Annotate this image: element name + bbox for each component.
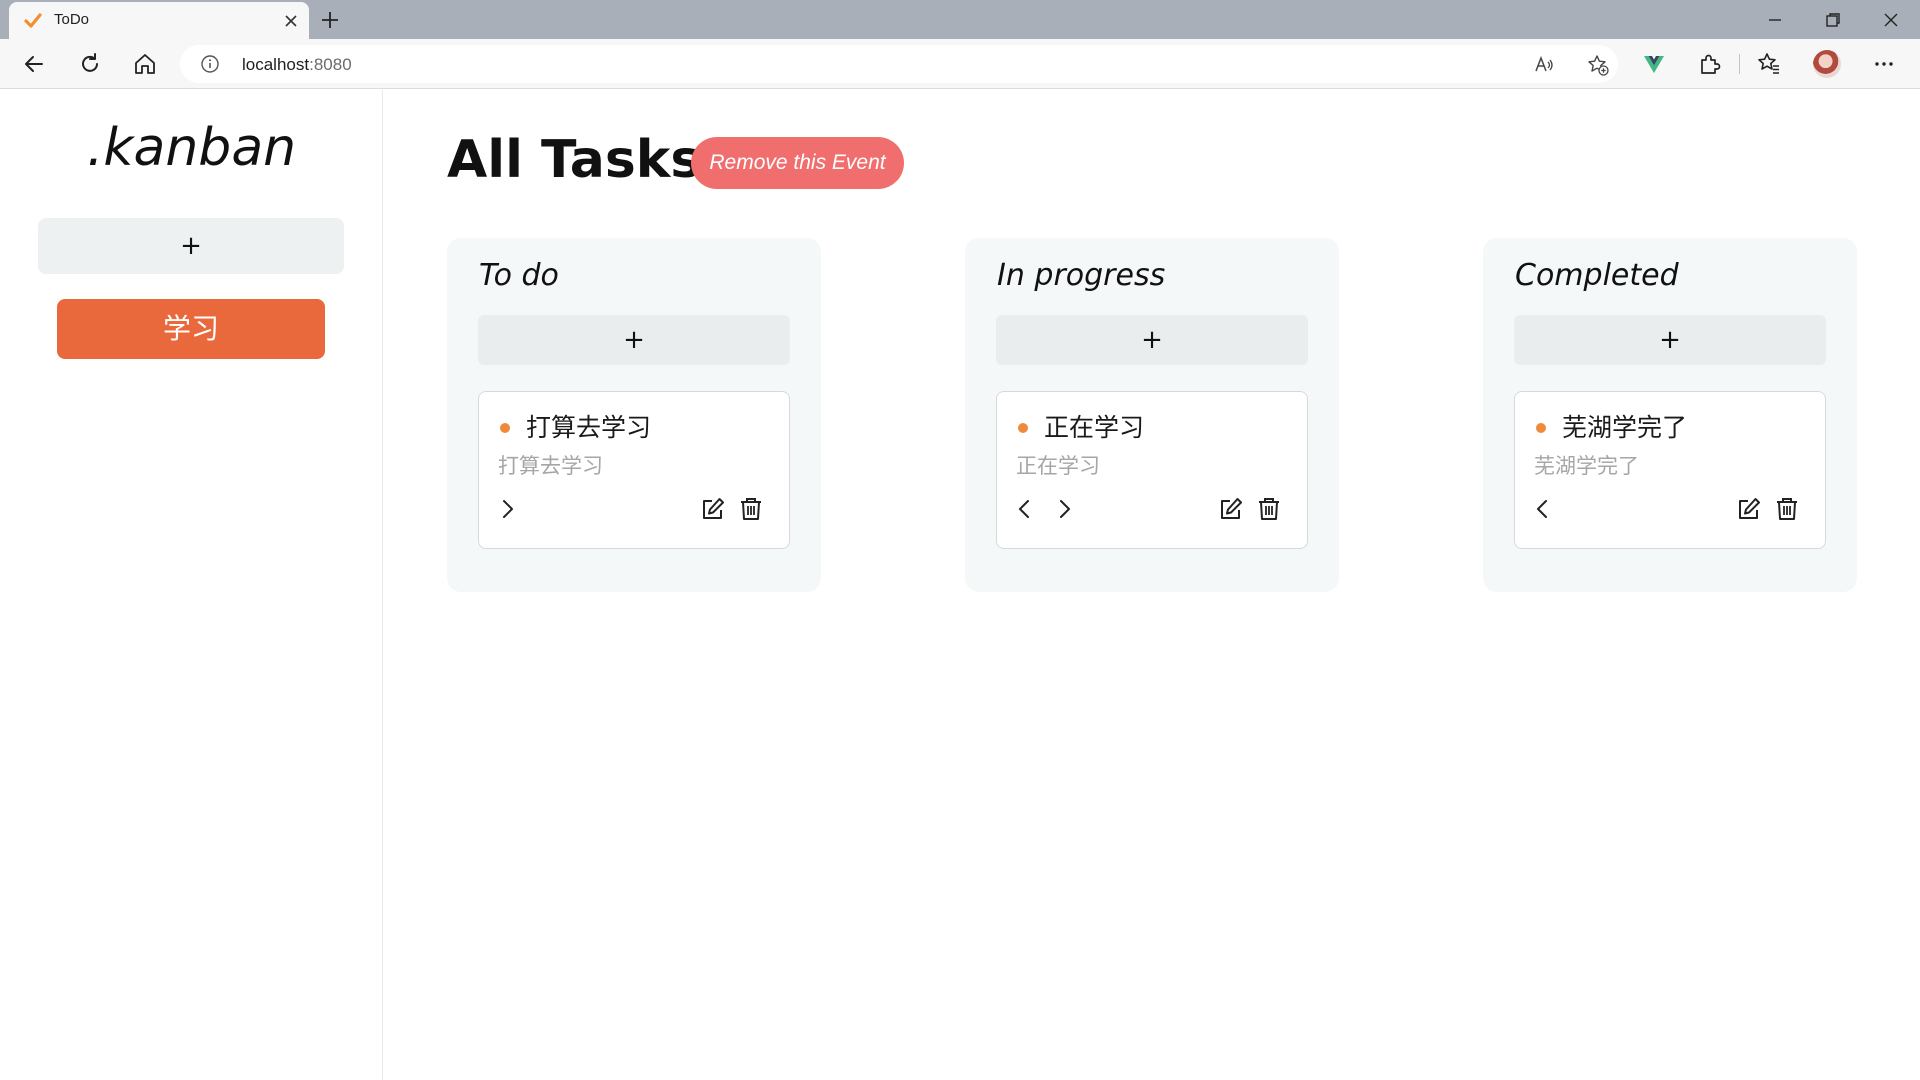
new-tab-icon[interactable] [318, 8, 342, 32]
vue-devtools-icon[interactable] [1641, 51, 1667, 77]
kanban-app: .kanban + 学习 All Tasks Remove this Event… [0, 90, 1920, 1080]
chevron-right-icon[interactable] [493, 495, 521, 523]
chevron-left-icon[interactable] [1011, 495, 1039, 523]
task-card: 芜湖学完了 芜湖学完了 [1514, 391, 1826, 549]
browser-toolbar: localhost:8080 [0, 39, 1920, 89]
edit-icon[interactable] [699, 495, 727, 523]
trash-icon[interactable] [737, 495, 765, 523]
add-board-button[interactable]: + [38, 218, 344, 274]
task-title: 打算去学习 [526, 413, 652, 442]
chevron-left-icon[interactable] [1529, 495, 1557, 523]
column-todo: To do + 打算去学习 打算去学习 [447, 238, 821, 592]
task-description: 打算去学习 [498, 454, 603, 478]
favorites-icon[interactable] [1756, 51, 1782, 77]
add-task-button[interactable]: + [478, 315, 790, 365]
add-task-button[interactable]: + [996, 315, 1308, 365]
tab-title: ToDo [54, 11, 90, 28]
remove-event-button[interactable]: Remove this Event [691, 137, 904, 189]
site-info-icon[interactable] [200, 54, 220, 74]
extensions-icon[interactable] [1696, 51, 1722, 77]
more-menu-icon[interactable] [1871, 51, 1897, 77]
address-bar[interactable]: localhost:8080 [180, 45, 1618, 83]
trash-icon[interactable] [1255, 495, 1283, 523]
toolbar-separator [1739, 54, 1740, 74]
task-description: 正在学习 [1016, 454, 1100, 478]
minimize-icon[interactable] [1763, 8, 1787, 32]
column-completed: Completed + 芜湖学完了 芜湖学完了 [1483, 238, 1857, 592]
url-text: localhost:8080 [242, 55, 352, 75]
reload-icon[interactable] [77, 51, 103, 77]
edit-icon[interactable] [1217, 495, 1245, 523]
trash-icon[interactable] [1773, 495, 1801, 523]
task-title: 芜湖学完了 [1562, 413, 1688, 442]
back-icon[interactable] [21, 51, 47, 77]
column-in-progress: In progress + 正在学习 正在学习 [965, 238, 1339, 592]
sidebar: .kanban + 学习 [0, 90, 383, 1080]
main-content: All Tasks Remove this Event To do + 打算去学… [384, 90, 1920, 1080]
browser-tab[interactable]: ToDo [9, 2, 309, 39]
column-title: Completed [1515, 258, 1679, 293]
url-host: localhost [242, 55, 310, 74]
column-title: To do [479, 258, 559, 293]
close-window-icon[interactable] [1879, 8, 1903, 32]
chevron-right-icon[interactable] [1050, 495, 1078, 523]
checkmark-favicon-icon [24, 13, 42, 28]
home-icon[interactable] [132, 51, 158, 77]
status-dot [1018, 423, 1028, 433]
url-port: :8080 [309, 55, 352, 74]
task-card: 打算去学习 打算去学习 [478, 391, 790, 549]
status-dot [1536, 423, 1546, 433]
status-dot [500, 423, 510, 433]
add-task-button[interactable]: + [1514, 315, 1826, 365]
profile-avatar[interactable] [1813, 50, 1841, 78]
edit-icon[interactable] [1735, 495, 1763, 523]
close-tab-icon[interactable] [281, 11, 301, 31]
board-button-study[interactable]: 学习 [57, 299, 325, 359]
task-card: 正在学习 正在学习 [996, 391, 1308, 549]
add-favorite-icon[interactable] [1587, 54, 1609, 76]
task-description: 芜湖学完了 [1534, 454, 1639, 478]
read-aloud-icon[interactable] [1533, 54, 1555, 76]
column-title: In progress [997, 258, 1166, 293]
task-title: 正在学习 [1044, 413, 1145, 442]
restore-icon[interactable] [1821, 8, 1845, 32]
brand-logo: .kanban [86, 118, 297, 178]
browser-tab-bar: ToDo [0, 0, 1920, 39]
page-title: All Tasks [447, 130, 702, 190]
